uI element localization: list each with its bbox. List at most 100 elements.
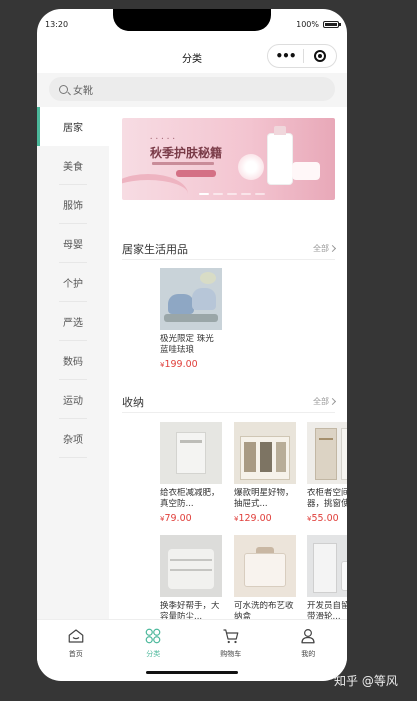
product-name: 开发员自留款，带滑轮... [307,601,347,619]
sidebar-item-apparel[interactable]: 服饰 [37,185,109,224]
search-area: 女靴 [37,73,347,107]
cart-icon [223,629,239,644]
close-miniprogram-button[interactable] [304,50,336,62]
sidebar-item-label: 杂项 [63,435,83,446]
home-icon [68,629,84,643]
carousel-dots [199,193,265,195]
banner-decoration [152,162,214,165]
search-icon [59,84,68,94]
product-image [160,268,222,330]
category-sidebar: 居家 美食 服饰 母婴 个护 严选 数码 运动 杂项 [37,107,109,619]
sidebar-item-label: 母婴 [63,240,83,251]
product-price: ¥199.00 [160,359,222,370]
sidebar-item-home[interactable]: 居家 [37,107,109,146]
product-name: 极光限定 珠光蓝哇珐琅 [160,334,214,355]
tab-home[interactable]: 首页 [37,620,115,669]
price-value: 129.00 [238,513,272,524]
section-title: 居家生活用品 [122,243,188,256]
chevron-right-icon [328,397,337,406]
nav-bar: 分类 ••• [37,39,347,73]
view-all-button[interactable]: 全部 [313,396,337,407]
banner-cta [176,170,216,177]
product-image [307,535,347,597]
tab-label: 首页 [68,650,83,658]
miniprogram-capsule: ••• [267,44,337,68]
phone-frame: 13:20 100% 分类 ••• 女靴 居家 美食 服饰 母婴 个护 严选 数… [37,9,347,681]
tab-label: 分类 [146,650,161,658]
banner-decoration [122,174,188,200]
product-image [234,422,296,484]
divider [122,412,335,413]
price-value: 199.00 [164,359,198,370]
more-icon[interactable]: ••• [268,45,303,67]
view-all-label: 全部 [313,397,329,406]
sidebar-item-baby[interactable]: 母婴 [37,224,109,263]
search-input[interactable]: 女靴 [49,77,335,101]
product-card[interactable]: 衣柜者空间神器，挑窗使... ¥55.00 [307,422,347,524]
price-value: 55.00 [311,513,339,524]
target-icon [314,50,326,62]
banner-decoration: • • • • • [150,136,176,141]
tab-label: 购物车 [220,650,242,658]
price-value: 79.00 [164,513,192,524]
product-image [160,535,222,597]
view-all-label: 全部 [313,244,329,253]
tab-category[interactable]: 分类 [115,620,193,669]
product-card[interactable]: 给衣柜减减肥，真空防... ¥79.00 [160,422,222,524]
product-price: ¥129.00 [234,513,296,524]
product-card[interactable]: 可水洗的布艺收纳盒 [234,535,296,619]
product-name: 可水洗的布艺收纳盒 [234,601,294,619]
product-image [234,535,296,597]
tab-profile[interactable]: 我的 [270,620,348,669]
section-header: 收纳 全部 [122,390,337,410]
product-image [307,422,347,484]
product-card[interactable]: 爆款明星好物，抽屉式... ¥129.00 [234,422,296,524]
home-indicator [146,671,238,674]
sidebar-item-misc[interactable]: 杂项 [37,419,109,458]
tab-cart[interactable]: 购物车 [192,620,270,669]
divider [122,259,335,260]
battery-indicator: 100% [296,20,341,29]
product-name: 换季好帮手，大容量防尘... [160,601,220,619]
sidebar-item-label: 运动 [63,396,83,407]
banner-title: 秋季护肤秘籍 [150,146,223,160]
chevron-right-icon [328,244,337,253]
section-title: 收纳 [122,396,144,409]
category-content: • • • • • 秋季护肤秘籍 居家生活用品 全部 极光限定 珠光蓝哇珐琅 ¥… [109,107,347,619]
product-name: 爆款明星好物，抽屉式... [234,488,294,509]
user-icon [301,629,315,644]
product-name: 衣柜者空间神器，挑窗使... [307,488,347,509]
product-name: 给衣柜减减肥，真空防... [160,488,220,509]
notch [113,9,271,31]
view-all-button[interactable]: 全部 [313,243,337,254]
category-icon [145,628,161,644]
product-card[interactable]: 极光限定 珠光蓝哇珐琅 ¥199.00 [160,268,222,370]
sidebar-item-personal-care[interactable]: 个护 [37,263,109,302]
sidebar-item-sports[interactable]: 运动 [37,380,109,419]
product-price: ¥55.00 [307,513,347,524]
battery-percent: 100% [296,20,319,29]
promo-banner[interactable]: • • • • • 秋季护肤秘籍 [122,118,335,200]
status-time: 13:20 [45,20,69,29]
tab-label: 我的 [301,650,316,658]
sidebar-item-label: 个护 [63,279,83,290]
sidebar-item-selected[interactable]: 严选 [37,302,109,341]
product-price: ¥79.00 [160,513,222,524]
tab-bar: 首页 分类 购物车 我的 [37,619,347,669]
product-image [160,422,222,484]
sidebar-item-label: 严选 [63,318,83,329]
sidebar-item-label: 居家 [63,123,83,134]
sidebar-item-label: 数码 [63,357,83,368]
sidebar-item-label: 美食 [63,162,83,173]
watermark: 知乎 @等风 [334,674,398,688]
sidebar-item-digital[interactable]: 数码 [37,341,109,380]
product-card[interactable]: 开发员自留款，带滑轮... [307,535,347,619]
product-card[interactable]: 换季好帮手，大容量防尘... [160,535,222,619]
search-placeholder: 女靴 [73,85,93,97]
banner-decoration [238,154,264,180]
sidebar-item-label: 服饰 [63,201,83,212]
banner-product-image [292,162,320,180]
banner-product-image [268,126,292,184]
sidebar-item-food[interactable]: 美食 [37,146,109,185]
section-header: 居家生活用品 全部 [122,237,337,257]
